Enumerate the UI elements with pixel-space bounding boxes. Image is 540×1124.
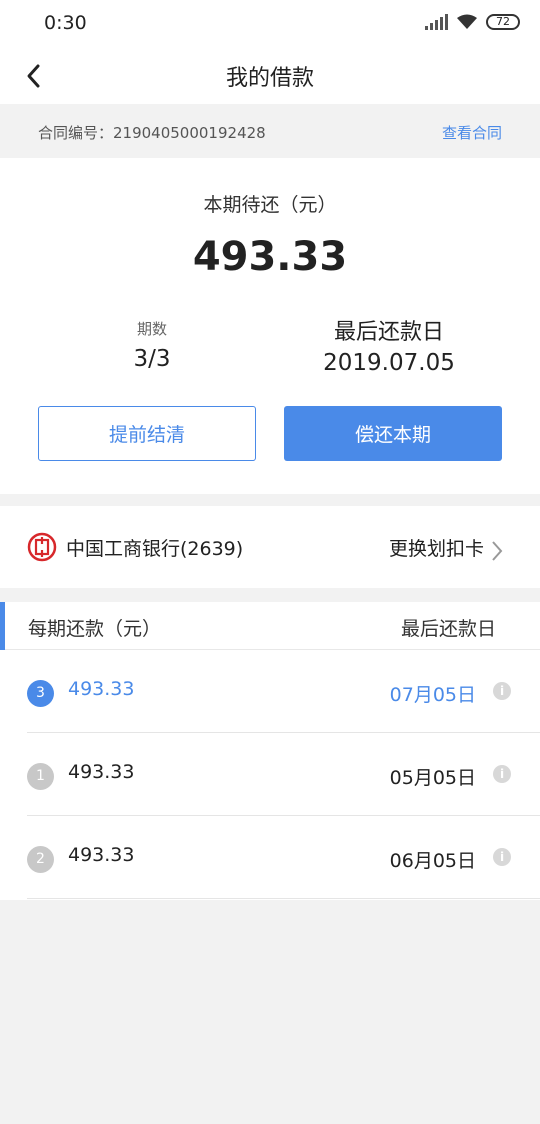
contract-bar: 合同编号：2190405000192428 查看合同 bbox=[0, 104, 540, 158]
row-date: 05月05日 bbox=[389, 767, 476, 789]
schedule-header-date: 最后还款日 bbox=[400, 618, 496, 640]
battery-icon: 72 bbox=[486, 14, 520, 30]
row-date: 06月05日 bbox=[389, 850, 476, 872]
schedule-header: 每期还款（元） 最后还款日 bbox=[0, 602, 540, 650]
icbc-logo-icon bbox=[27, 532, 57, 562]
info-icon[interactable]: i bbox=[493, 848, 511, 866]
row-date: 07月05日 bbox=[389, 684, 476, 706]
repayment-summary-card: 本期待还（元） 493.33 期数 3/3 最后还款日 2019.07.05 提… bbox=[0, 158, 540, 494]
due-label: 本期待还（元） bbox=[203, 194, 337, 216]
row-divider bbox=[27, 898, 540, 899]
schedule-row[interactable]: 3 493.33 07月05日 i bbox=[0, 650, 540, 733]
row-amount: 493.33 bbox=[68, 844, 135, 866]
last-day-label: 最后还款日 bbox=[333, 320, 444, 345]
period-number-badge: 3 bbox=[27, 680, 54, 707]
period-value: 3/3 bbox=[133, 346, 171, 372]
info-icon[interactable]: i bbox=[493, 765, 511, 783]
early-settle-button[interactable]: 提前结清 bbox=[38, 406, 256, 461]
last-day-value: 2019.07.05 bbox=[323, 350, 455, 376]
schedule-row[interactable]: 1 493.33 05月05日 i bbox=[0, 733, 540, 816]
wifi-icon bbox=[457, 14, 477, 29]
repay-current-button[interactable]: 偿还本期 bbox=[284, 406, 502, 461]
period-number-badge: 1 bbox=[27, 763, 54, 790]
due-amount: 493.33 bbox=[192, 234, 348, 280]
period-label: 期数 bbox=[136, 320, 167, 338]
change-card-link[interactable]: 更换划扣卡 bbox=[389, 534, 484, 561]
page-title: 我的借款 bbox=[225, 66, 314, 91]
info-icon[interactable]: i bbox=[493, 682, 511, 700]
nav-bar: 我的借款 bbox=[0, 48, 540, 104]
repayment-schedule: 每期还款（元） 最后还款日 3 493.33 07月05日 i 1 493.33… bbox=[0, 602, 540, 900]
contract-number: 合同编号：2190405000192428 bbox=[38, 124, 266, 142]
bank-card-row[interactable]: 中国工商银行(2639) 更换划扣卡 bbox=[0, 506, 540, 588]
battery-level: 72 bbox=[496, 15, 510, 28]
status-bar: 0:30 72 bbox=[0, 0, 540, 48]
view-contract-link[interactable]: 查看合同 bbox=[442, 122, 502, 143]
header-accent-bar bbox=[0, 602, 5, 650]
schedule-header-amount: 每期还款（元） bbox=[28, 618, 162, 640]
status-icons: 72 bbox=[425, 14, 520, 30]
status-time: 0:30 bbox=[44, 12, 87, 34]
row-amount: 493.33 bbox=[68, 678, 135, 700]
period-number-badge: 2 bbox=[27, 846, 54, 873]
chevron-right-icon bbox=[492, 541, 503, 561]
schedule-row[interactable]: 2 493.33 06月05日 i bbox=[0, 816, 540, 899]
signal-icon bbox=[425, 14, 448, 30]
row-amount: 493.33 bbox=[68, 761, 135, 783]
bank-name: 中国工商银行(2639) bbox=[66, 538, 244, 560]
